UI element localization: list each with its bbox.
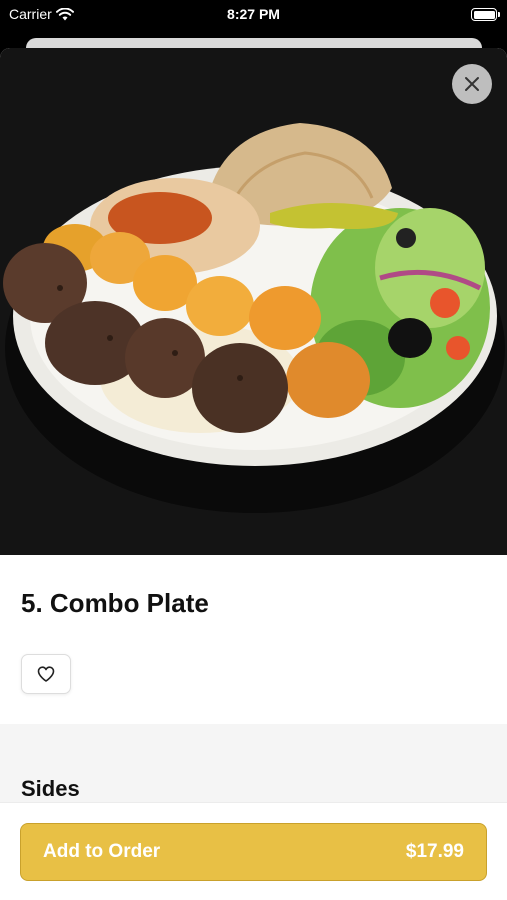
combo-plate-illustration — [3, 123, 505, 513]
add-to-order-label: Add to Order — [43, 841, 161, 862]
add-to-order-button[interactable]: Add to Order $17.99 — [20, 823, 487, 881]
status-bar: Carrier 8:27 PM — [0, 0, 507, 30]
heart-icon — [37, 666, 55, 682]
order-price: $17.99 — [405, 841, 464, 862]
item-detail-sheet: 5. Combo Plate Sides Add to Order $17.99 — [0, 48, 507, 900]
close-button[interactable] — [452, 64, 492, 104]
favorite-button[interactable] — [21, 654, 71, 694]
sides-heading: Sides — [21, 776, 80, 801]
battery-icon — [471, 8, 500, 21]
item-title: 5. Combo Plate — [21, 588, 209, 618]
order-footer: Add to Order $17.99 — [0, 802, 507, 900]
close-icon — [465, 77, 479, 91]
status-time: 8:27 PM — [227, 6, 280, 22]
item-photo — [0, 48, 507, 555]
